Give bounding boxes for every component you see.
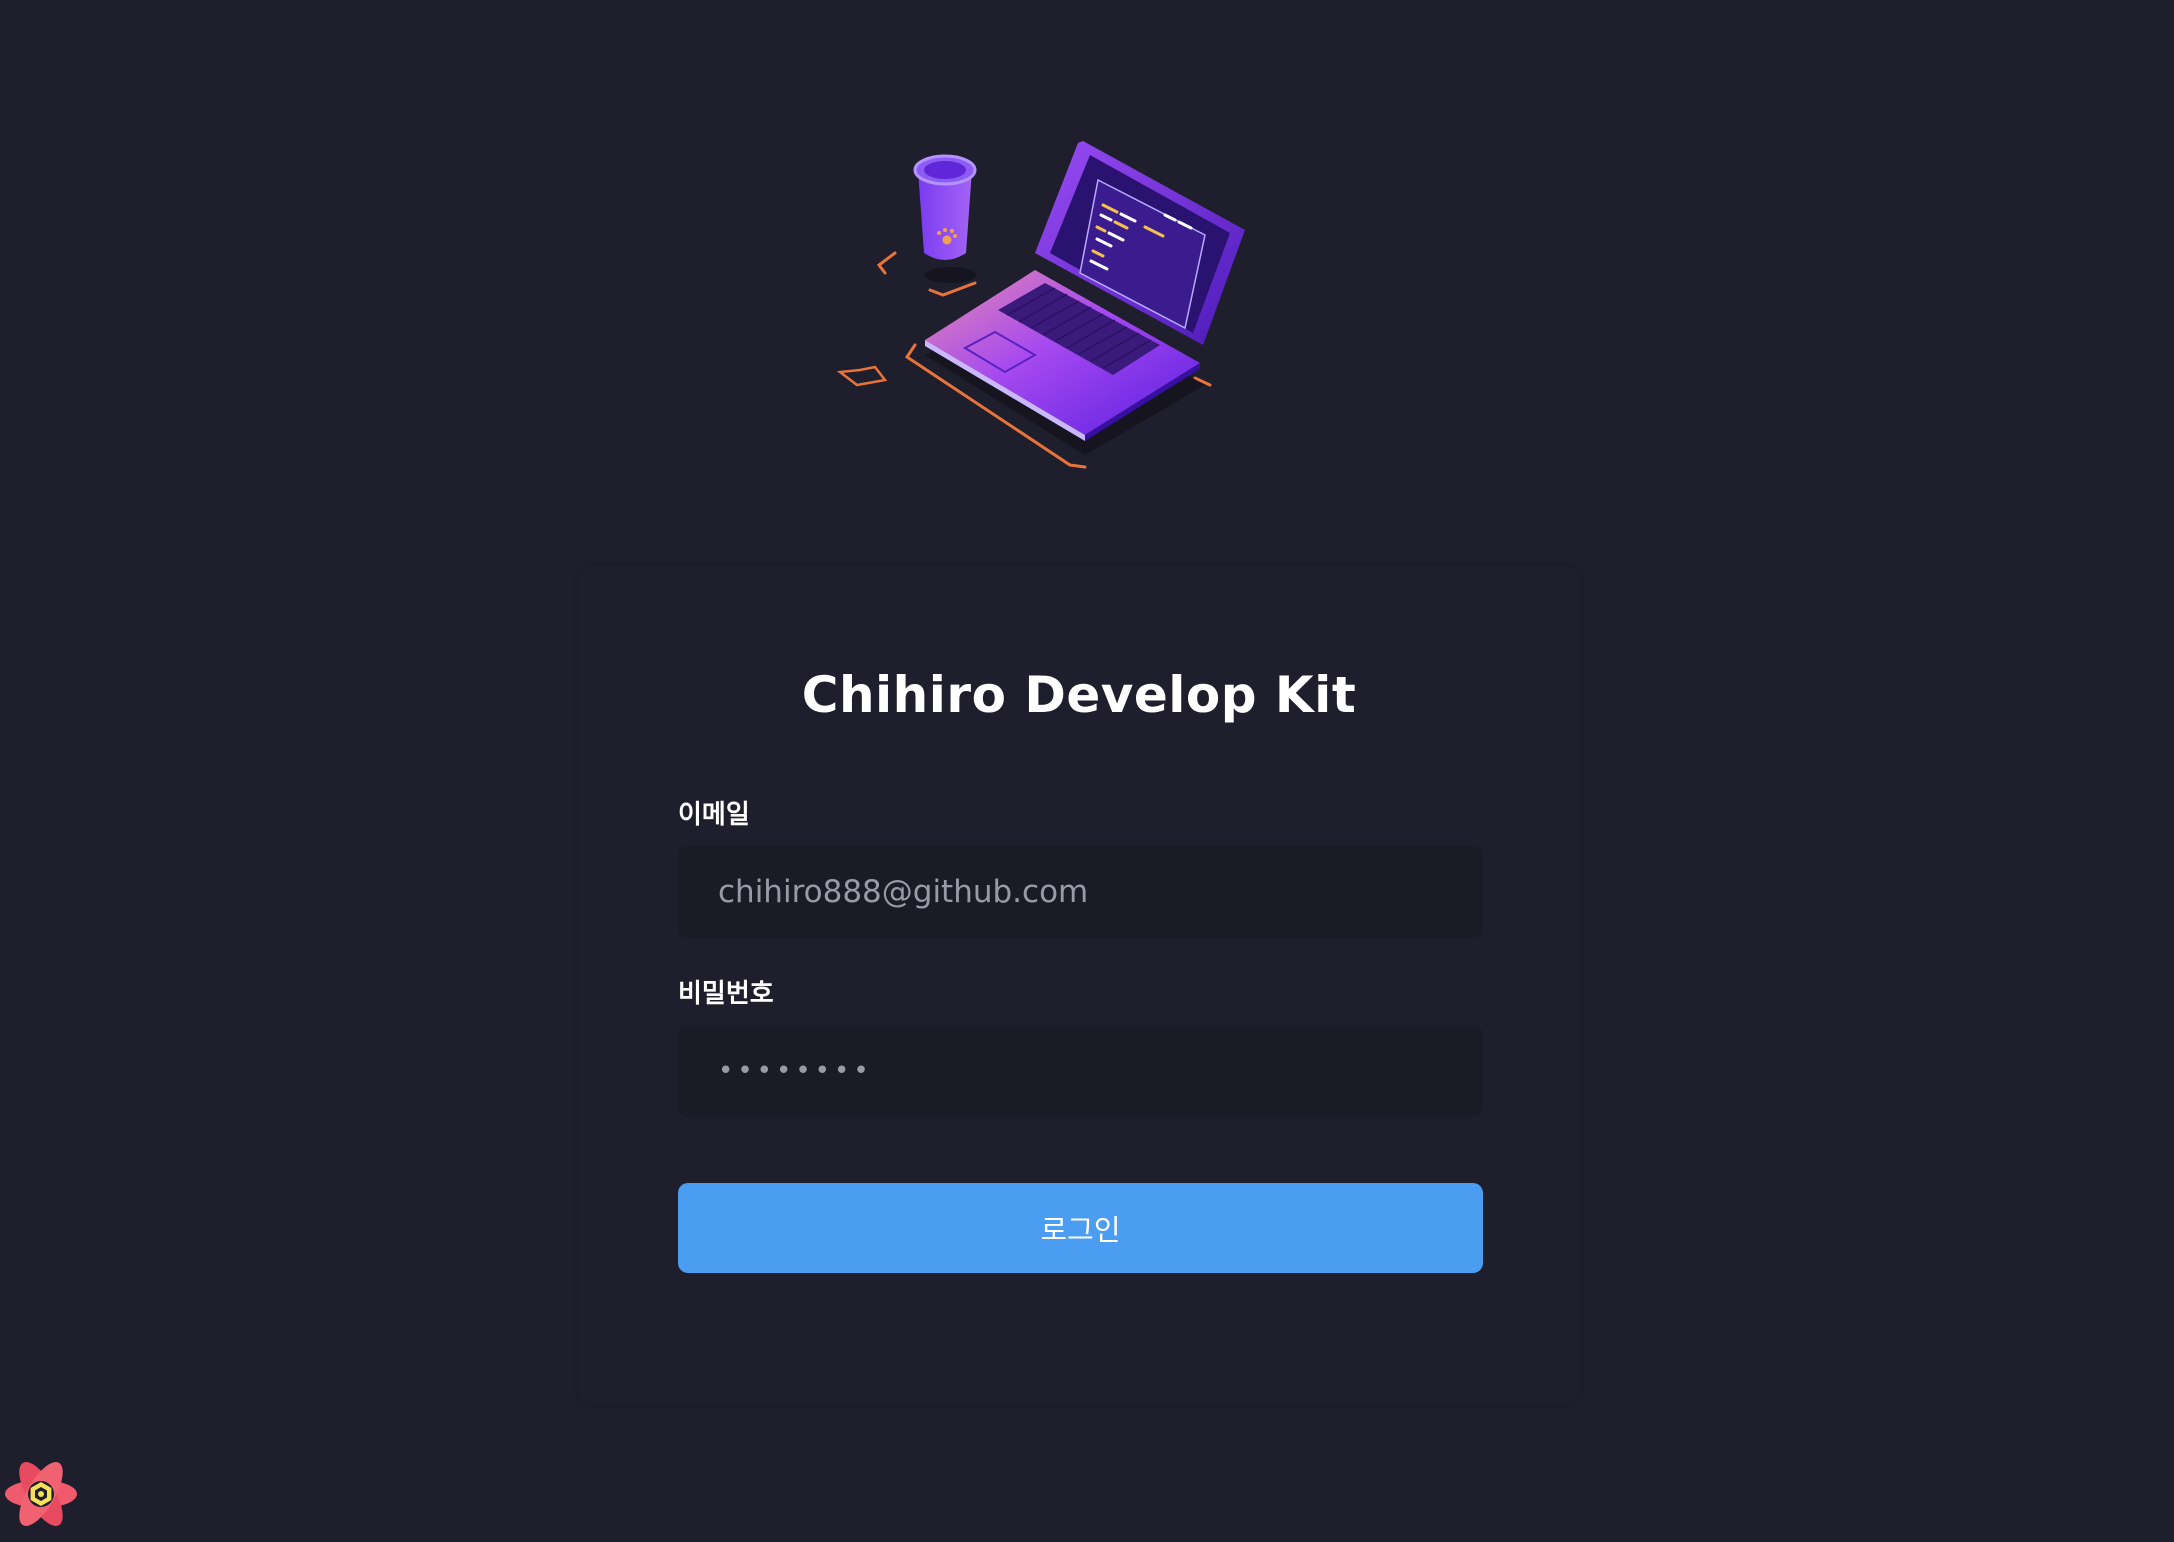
password-field[interactable]: •••••••• [678,1025,1483,1117]
password-value: •••••••• [718,1056,873,1086]
password-label: 비밀번호 [678,979,774,1009]
laptop-illustration [836,141,1245,469]
email-label: 이메일 [678,800,750,830]
login-button[interactable]: 로그인 [678,1183,1483,1273]
email-field[interactable]: chihiro888@github.com [678,846,1483,938]
login-card: Chihiro Develop Kit 이메일 chihiro888@githu… [578,566,1580,1404]
email-value: chihiro888@github.com [718,874,1089,910]
page-title: Chihiro Develop Kit [801,666,1357,724]
react-query-devtools-icon[interactable] [2,1456,80,1532]
login-page: Chihiro Develop Kit 이메일 chihiro888@githu… [0,0,2174,1542]
